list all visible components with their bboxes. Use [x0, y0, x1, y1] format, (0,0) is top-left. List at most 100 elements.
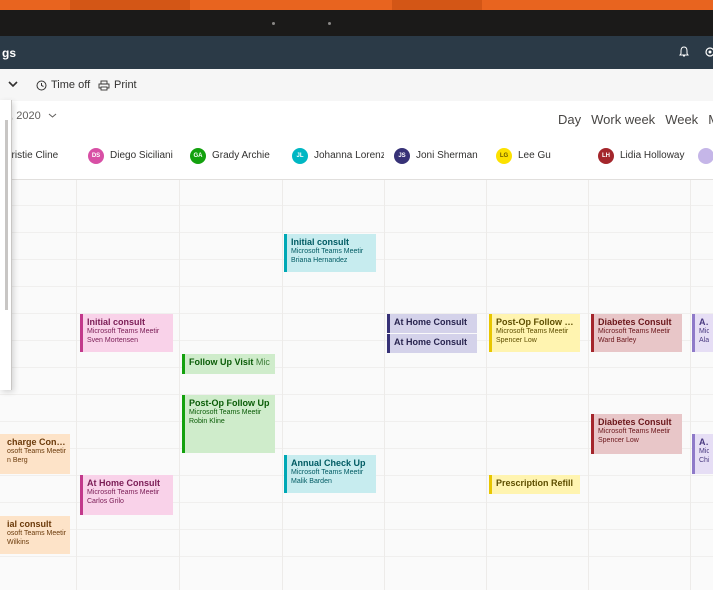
- schedule-grid: [0, 131, 713, 590]
- appointment[interactable]: Initial consult Microsoft Teams Meetir S…: [80, 314, 173, 352]
- window-tab[interactable]: [70, 0, 190, 10]
- appointment-location: Microsoft Teams Meetir: [598, 428, 671, 435]
- appointment-client: Chi: [699, 457, 709, 464]
- appointment-location: osoft Teams Meetir: [7, 448, 66, 455]
- avatar: LH: [598, 147, 614, 164]
- row-line: [0, 556, 713, 557]
- appointment[interactable]: Follow Up Visit Mic: [182, 354, 275, 374]
- appointment-title: Anr: [699, 437, 709, 447]
- avatar: DS: [88, 147, 104, 164]
- column-divider: [486, 131, 487, 590]
- view-work-week[interactable]: Work week: [591, 112, 655, 127]
- dot: [272, 22, 275, 25]
- dropdown-chevron[interactable]: [8, 79, 18, 89]
- staff-column-header[interactable]: GA Grady Archie: [190, 131, 280, 180]
- view-day[interactable]: Day: [558, 112, 581, 127]
- staff-column-header[interactable]: LG Lee Gu: [496, 131, 588, 180]
- appointment[interactable]: Anr Mic Alar: [692, 314, 713, 352]
- appointment-location: osoft Teams Meetir: [7, 530, 66, 537]
- appointment-title: Initial consult: [291, 237, 350, 247]
- staff-column-header[interactable]: JS Joni Sherman: [394, 131, 486, 180]
- appointment-location: Microsoft Teams Meetir: [87, 328, 160, 335]
- appointment-client: Sven Mortensen: [87, 337, 138, 344]
- gear-icon[interactable]: [703, 45, 713, 59]
- staff-column-header[interactable]: JL Johanna Lorenz: [292, 131, 384, 180]
- appointment[interactable]: Diabetes Consult Microsoft Teams Meetir …: [591, 314, 682, 352]
- print-button[interactable]: Print: [98, 79, 137, 91]
- appointment-location: Microsoft Teams Meetir: [598, 328, 671, 335]
- row-line: [0, 232, 713, 233]
- staff-column-header[interactable]: hristie Cline: [6, 131, 76, 180]
- appointment[interactable]: Initial consult Microsoft Teams Meetir B…: [284, 234, 376, 272]
- appointment-title: Initial consult: [87, 317, 146, 327]
- title-bar: [0, 10, 713, 36]
- avatar: [698, 147, 713, 164]
- column-divider: [384, 131, 385, 590]
- row-line: [0, 367, 713, 368]
- appointment-title: Prescription Refill: [496, 478, 574, 488]
- row-line: [0, 394, 713, 395]
- time-off-button[interactable]: Time off: [36, 79, 90, 91]
- appointment-client: Spencer Low: [496, 337, 537, 344]
- appointment-location: Mic: [699, 328, 709, 335]
- avatar: JL: [292, 147, 308, 164]
- appointment-title: At Home Consult: [394, 317, 467, 327]
- appointment[interactable]: At Home Consult: [387, 334, 477, 353]
- app-title: gs: [2, 46, 17, 60]
- appointment[interactable]: Annual Check Up Microsoft Teams Meetir M…: [284, 455, 376, 493]
- row-line: [0, 286, 713, 287]
- chevron-down-icon: [8, 81, 18, 88]
- appointment-title: ial consult: [7, 519, 52, 529]
- appointment[interactable]: At Home Consult: [387, 314, 477, 333]
- appointment-location: Microsoft Teams Meetir: [291, 469, 364, 476]
- appointment[interactable]: Prescription Refill: [489, 475, 580, 494]
- appointment[interactable]: charge Consult osoft Teams Meetir n Berg: [0, 434, 70, 474]
- scrollbar[interactable]: [5, 120, 8, 310]
- app-header: gs: [0, 36, 713, 69]
- printer-icon: [98, 80, 110, 90]
- view-switcher: Day Work week Week Mo: [558, 112, 713, 127]
- appointment-title-text: Follow Up Visit: [189, 357, 254, 367]
- appointment-title: Post-Op Follow Up: [189, 398, 270, 408]
- window-tab[interactable]: [392, 0, 482, 10]
- staff-column-header[interactable]: [698, 131, 713, 180]
- appointment[interactable]: Post-Op Follow Up Microsoft Teams Meetir…: [182, 395, 275, 453]
- avatar: GA: [190, 147, 206, 164]
- side-panel: [0, 100, 12, 390]
- appointment-location: Mic: [699, 448, 709, 455]
- appointment-location: Mic: [255, 357, 270, 367]
- view-week[interactable]: Week: [665, 112, 698, 127]
- staff-name: hristie Cline: [6, 150, 59, 161]
- staff-name: Lee Gu: [518, 150, 551, 161]
- appointment-client: Carlos Grilo: [87, 498, 124, 505]
- appointment-title: Diabetes Consult: [598, 417, 672, 427]
- appointment-location: Microsoft Teams Meetir: [189, 409, 262, 416]
- staff-column-header[interactable]: DS Diego Siciliani: [88, 131, 178, 180]
- appointment[interactable]: Post-Op Follow Up Microsoft Teams Meetir…: [489, 314, 580, 352]
- column-divider: [282, 131, 283, 590]
- appointment[interactable]: ial consult osoft Teams Meetir Wilkins: [0, 516, 70, 554]
- appointment-client: n Berg: [7, 457, 28, 464]
- staff-name: Joni Sherman: [416, 150, 478, 161]
- row-line: [0, 529, 713, 530]
- bell-icon[interactable]: [677, 45, 691, 59]
- column-divider: [588, 131, 589, 590]
- appointment-title: At Home Consult: [87, 478, 160, 488]
- appointment-title: charge Consult: [7, 437, 66, 447]
- avatar: JS: [394, 147, 410, 164]
- appointment-title: At Home Consult: [394, 337, 467, 347]
- chevron-down-icon: [48, 113, 57, 118]
- view-month[interactable]: Mo: [708, 112, 713, 127]
- appointment-client: Wilkins: [7, 539, 30, 546]
- appointment[interactable]: Diabetes Consult Microsoft Teams Meetir …: [591, 414, 682, 454]
- staff-header-row: hristie Cline DS Diego Siciliani GA Grad…: [0, 131, 713, 180]
- appointment-client: Briana Hernandez: [291, 257, 348, 264]
- staff-name: Johanna Lorenz: [314, 150, 384, 161]
- dot: [328, 22, 331, 25]
- clock-icon: [36, 80, 47, 90]
- staff-column-header[interactable]: LH Lidia Holloway: [598, 131, 690, 180]
- appointment[interactable]: At Home Consult Microsoft Teams Meetir C…: [80, 475, 173, 515]
- appointment-title: Anr: [699, 317, 709, 327]
- appointment-title: Diabetes Consult: [598, 317, 672, 327]
- appointment[interactable]: Anr Mic Chi: [692, 434, 713, 474]
